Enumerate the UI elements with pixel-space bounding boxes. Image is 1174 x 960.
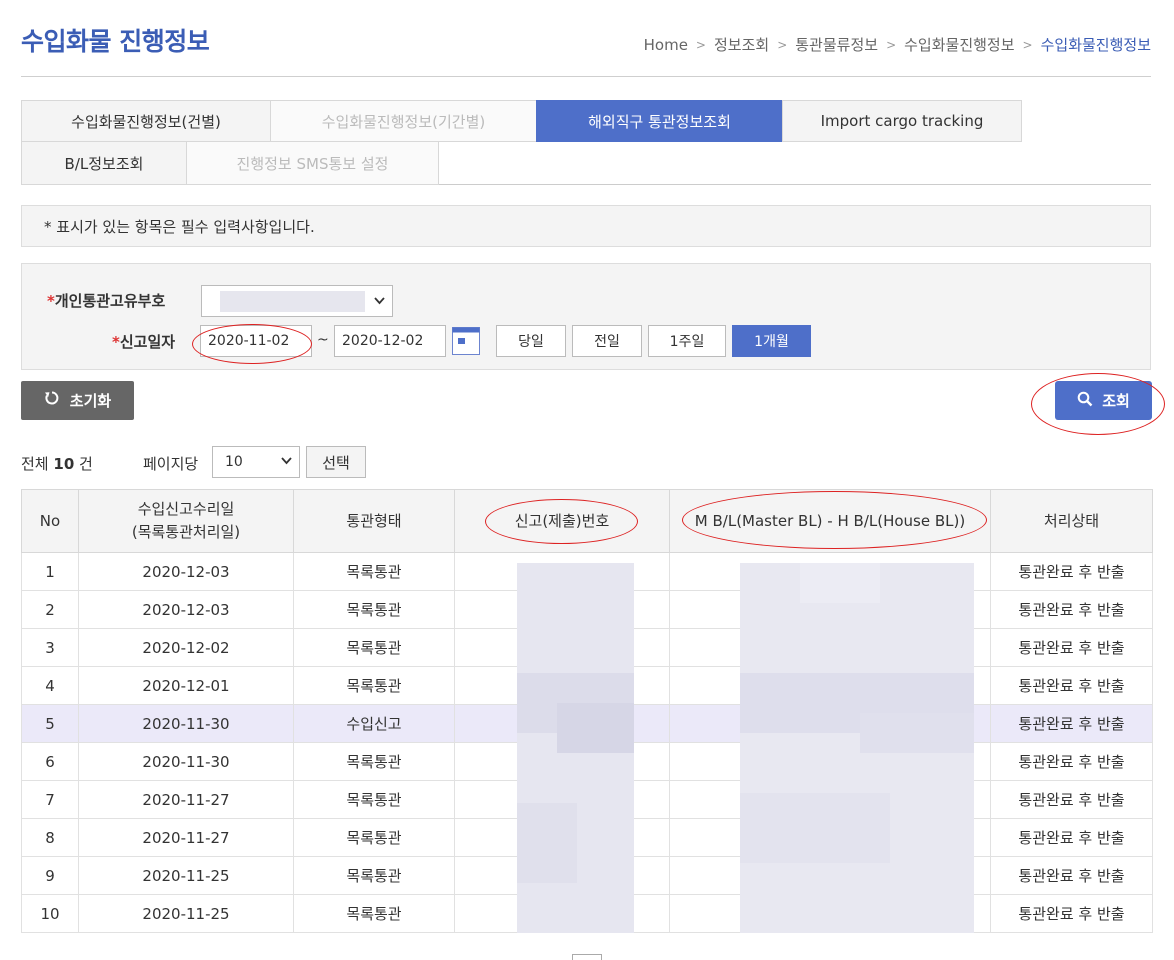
cell-status: 통관완료 후 반출 xyxy=(990,590,1153,629)
breadcrumb-home[interactable]: Home xyxy=(644,36,688,54)
tab-import-cargo-single[interactable]: 수입화물진행정보(건별) xyxy=(21,100,271,142)
cell-status: 통관완료 후 반출 xyxy=(990,894,1153,933)
cell-status: 통관완료 후 반출 xyxy=(990,704,1153,743)
cell-clearance-type: 목록통관 xyxy=(293,666,455,705)
per-page-label: 페이지당 xyxy=(143,455,199,473)
tab-bl-info[interactable]: B/L정보조회 xyxy=(21,141,187,185)
cell-status: 통관완료 후 반출 xyxy=(990,628,1153,667)
cell-no: 7 xyxy=(21,780,79,819)
cell-clearance-type: 목록통관 xyxy=(293,552,455,591)
masked-value xyxy=(220,291,365,312)
date-label: *신고일자 xyxy=(112,333,176,351)
cell-status: 통관완료 후 반출 xyxy=(990,780,1153,819)
cell-clearance-type: 목록통관 xyxy=(293,628,455,667)
breadcrumb-item[interactable]: 수입화물진행정보 xyxy=(904,34,1014,55)
date-from-input[interactable]: 2020-11-02 xyxy=(200,325,312,357)
required-notice: * 표시가 있는 항목은 필수 입력사항입니다. xyxy=(21,205,1151,247)
cell-no: 9 xyxy=(21,856,79,895)
chevron-right-icon: > xyxy=(777,37,788,52)
cell-accept-date: 2020-12-03 xyxy=(78,552,294,591)
col-declaration-number: 신고(제출)번호 xyxy=(454,489,670,553)
cell-accept-date: 2020-12-01 xyxy=(78,666,294,705)
date-separator: ~ xyxy=(317,332,329,348)
tab-import-cargo-tracking[interactable]: Import cargo tracking xyxy=(782,100,1022,142)
period-yesterday-button[interactable]: 전일 xyxy=(572,325,642,357)
reset-label: 초기화 xyxy=(69,392,112,410)
masked-declaration-numbers xyxy=(517,563,634,933)
reset-button[interactable]: 초기화 xyxy=(21,381,134,420)
cell-accept-date: 2020-11-30 xyxy=(78,704,294,743)
tab-overseas-direct-purchase[interactable]: 해외직구 통관정보조회 xyxy=(536,100,783,142)
col-accept-date: 수입신고수리일 (목록통관처리일) xyxy=(78,489,294,553)
cell-clearance-type: 목록통관 xyxy=(293,894,455,933)
masked-bl-numbers xyxy=(740,563,974,933)
cell-no: 6 xyxy=(21,742,79,781)
cell-clearance-type: 목록통관 xyxy=(293,818,455,857)
breadcrumb-current: 수입화물진행정보 xyxy=(1040,36,1151,54)
cell-status: 통관완료 후 반출 xyxy=(990,742,1153,781)
cell-accept-date: 2020-12-03 xyxy=(78,590,294,629)
chevron-right-icon: > xyxy=(695,37,706,52)
cell-clearance-type: 목록통관 xyxy=(293,780,455,819)
cell-status: 통관완료 후 반출 xyxy=(990,666,1153,705)
cell-no: 4 xyxy=(21,666,79,705)
refresh-icon xyxy=(44,390,60,411)
col-no: No xyxy=(21,489,79,553)
chevron-right-icon: > xyxy=(886,37,897,52)
cell-accept-date: 2020-11-30 xyxy=(78,742,294,781)
search-button[interactable]: 조회 xyxy=(1055,381,1152,420)
breadcrumb-item[interactable]: 정보조회 xyxy=(714,34,769,55)
cell-accept-date: 2020-11-25 xyxy=(78,856,294,895)
cell-clearance-type: 목록통관 xyxy=(293,856,455,895)
col-bl-number: M B/L(Master BL) - H B/L(House BL)) xyxy=(669,489,991,553)
pagination-current-page[interactable] xyxy=(572,954,602,960)
per-page-value: 10 xyxy=(225,454,243,470)
calendar-icon[interactable] xyxy=(452,327,480,355)
cell-accept-date: 2020-11-27 xyxy=(78,818,294,857)
table-header-row: No 수입신고수리일 (목록통관처리일) 통관형태 신고(제출)번호 M B/L(… xyxy=(21,489,1153,553)
cell-no: 8 xyxy=(21,818,79,857)
search-icon xyxy=(1077,391,1093,411)
customs-code-label: *개인통관고유부호 xyxy=(47,292,166,310)
tab-bar: 수입화물진행정보(건별) 수입화물진행정보(기간별) 해외직구 통관정보조회 I… xyxy=(21,100,1151,185)
per-page-select[interactable]: 10 xyxy=(212,446,300,478)
breadcrumb: Home > 정보조회 > 통관물류정보 > 수입화물진행정보 > 수입화물진행… xyxy=(644,34,1151,55)
cell-status: 통관완료 후 반출 xyxy=(990,552,1153,591)
period-today-button[interactable]: 당일 xyxy=(496,325,566,357)
total-number: 10 xyxy=(53,455,75,473)
col-status: 처리상태 xyxy=(990,489,1153,553)
cell-accept-date: 2020-11-27 xyxy=(78,780,294,819)
cell-no: 2 xyxy=(21,590,79,629)
cell-accept-date: 2020-11-25 xyxy=(78,894,294,933)
cell-status: 통관완료 후 반출 xyxy=(990,818,1153,857)
page-title: 수입화물 진행정보 xyxy=(21,27,210,56)
customs-code-select[interactable] xyxy=(201,285,393,317)
period-1month-button[interactable]: 1개월 xyxy=(732,325,811,357)
search-form: *개인통관고유부호 *신고일자 2020-11-02 ~ 2020-12-02 … xyxy=(21,263,1151,370)
tab-import-cargo-period[interactable]: 수입화물진행정보(기간별) xyxy=(270,100,537,142)
total-count: 전체 10 건 xyxy=(21,455,93,473)
cell-status: 통관완료 후 반출 xyxy=(990,856,1153,895)
cell-clearance-type: 목록통관 xyxy=(293,590,455,629)
cell-no: 1 xyxy=(21,552,79,591)
period-1week-button[interactable]: 1주일 xyxy=(648,325,726,357)
cell-accept-date: 2020-12-02 xyxy=(78,628,294,667)
cell-clearance-type: 목록통관 xyxy=(293,742,455,781)
cell-no: 5 xyxy=(21,704,79,743)
cell-no: 3 xyxy=(21,628,79,667)
title-divider xyxy=(21,76,1151,77)
tab-sms-notification[interactable]: 진행정보 SMS통보 설정 xyxy=(186,141,439,185)
cell-clearance-type: 수입신고 xyxy=(293,704,455,743)
col-clearance-type: 통관형태 xyxy=(293,489,455,553)
chevron-right-icon: > xyxy=(1022,37,1033,52)
chevron-down-icon xyxy=(280,454,293,471)
chevron-down-icon xyxy=(373,294,386,311)
cell-no: 10 xyxy=(21,894,79,933)
search-label: 조회 xyxy=(1102,392,1130,410)
per-page-apply-button[interactable]: 선택 xyxy=(306,446,366,478)
date-to-input[interactable]: 2020-12-02 xyxy=(334,325,446,357)
breadcrumb-item[interactable]: 통관물류정보 xyxy=(795,34,878,55)
